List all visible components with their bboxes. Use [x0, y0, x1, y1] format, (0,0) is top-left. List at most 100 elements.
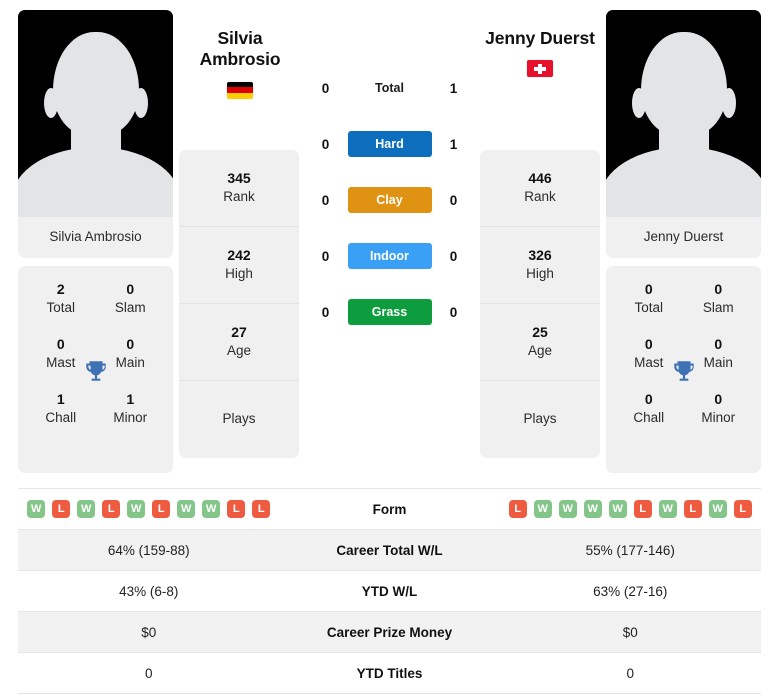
label: Age [226, 343, 252, 359]
form-badge-loss[interactable]: L [52, 500, 71, 518]
surface-badge-grass[interactable]: Grass [347, 299, 432, 325]
right-player-avatar-caption: Jenny Duerst [643, 229, 724, 244]
h2h-left-score: 0 [321, 136, 330, 152]
form-badge-win[interactable]: W [127, 500, 146, 518]
surface-badge-hard[interactable]: Hard [347, 131, 432, 157]
left-form-strip: WLWLWLWWLL [18, 500, 280, 518]
form-badge-win[interactable]: W [608, 500, 627, 518]
left-rank-cell: 345 Rank [179, 150, 299, 227]
surface-badge-clay[interactable]: Clay [347, 187, 432, 213]
right-titles-grid: 0 Total 0 Slam 0 Mast 0 Main 0 Chall 0 M… [614, 280, 753, 427]
label: Age [527, 343, 553, 359]
avatar-silhouette-icon [52, 32, 139, 136]
left-career-total-wl: 64% (159-88) [107, 542, 190, 558]
value: 1 [126, 391, 135, 408]
value: 0 [714, 391, 723, 408]
left-plays-cell: Plays [179, 381, 299, 458]
form-badge-win[interactable]: W [27, 500, 46, 518]
value: 25 [532, 323, 548, 340]
left-titles-total: 2 Total [26, 280, 96, 317]
right-ytd-wl: 63% (27-16) [593, 583, 668, 599]
value: 446 [528, 169, 552, 186]
label: Minor [113, 410, 148, 426]
flag-icon-switzerland [527, 60, 553, 78]
value: 0 [56, 336, 65, 353]
right-form-cell: LWWWWLWLWL [500, 500, 762, 518]
right-career-prize-money: $0 [622, 624, 638, 640]
value: 0 [126, 281, 135, 297]
right-ytd-titles: 0 [626, 665, 634, 681]
value: 0 [644, 391, 653, 408]
h2h-right-score: 0 [449, 304, 458, 320]
value: 0 [126, 336, 135, 353]
form-badge-win[interactable]: W [77, 500, 96, 518]
left-player-photo [18, 10, 173, 217]
right-player-name-block[interactable]: Jenny Duerst [480, 28, 600, 78]
trophy-icon [673, 360, 694, 381]
left-player-titles-card: 2 Total 0 Slam 0 Mast 0 Main 1 Chall 1 M… [18, 266, 173, 473]
right-titles-minor: 0 Minor [684, 390, 754, 427]
left-high-cell: 242 High [179, 227, 299, 304]
label: Plays [523, 411, 557, 427]
form-badge-loss[interactable]: L [252, 500, 271, 518]
left-career-prize-money: $0 [141, 624, 157, 640]
right-titles-chall: 0 Chall [614, 390, 684, 427]
h2h-left-score: 0 [321, 192, 330, 208]
value: 0 [714, 281, 723, 297]
stats-comparison-table: WLWLWLWWLL Form LWWWWLWLWL 64% (159-88) … [18, 488, 761, 694]
form-badge-win[interactable]: W [558, 500, 577, 518]
left-titles-grid: 2 Total 0 Slam 0 Mast 0 Main 1 Chall 1 M… [26, 280, 165, 427]
avatar-silhouette-ear-right [721, 88, 736, 118]
avatar-silhouette-body [606, 147, 761, 217]
right-player-rank-card: 446 Rank 326 High 25 Age Plays [480, 150, 600, 458]
left-player-name-block[interactable]: Silvia Ambrosio [181, 28, 299, 99]
h2h-right-score: 1 [449, 136, 458, 152]
form-badge-win[interactable]: W [202, 500, 221, 518]
left-player-name-line1: Silvia [217, 28, 263, 48]
form-badge-loss[interactable]: L [102, 500, 121, 518]
left-titles-chall: 1 Chall [26, 390, 96, 427]
h2h-right-score: 0 [449, 248, 458, 264]
label: Chall [45, 410, 77, 426]
form-badge-win[interactable]: W [533, 500, 552, 518]
surface-badge-indoor[interactable]: Indoor [347, 243, 432, 269]
label: Slam [114, 299, 146, 315]
form-badge-loss[interactable]: L [152, 500, 171, 518]
h2h-right-score: 1 [449, 80, 458, 96]
h2h-left-score: 0 [321, 80, 330, 96]
left-player-avatar-card[interactable]: Silvia Ambrosio [18, 10, 173, 258]
form-badge-loss[interactable]: L [683, 500, 702, 518]
h2h-left-score: 0 [321, 304, 330, 320]
h2h-surface-indoor: Indoor [347, 243, 432, 269]
form-badge-loss[interactable]: L [633, 500, 652, 518]
table-row-ytd-wl: 43% (6-8) YTD W/L 63% (27-16) [18, 571, 761, 612]
form-badge-win[interactable]: W [708, 500, 727, 518]
label: Minor [701, 410, 736, 426]
form-badge-loss[interactable]: L [733, 500, 752, 518]
form-badge-loss[interactable]: L [227, 500, 246, 518]
right-player-name-line1: Jenny Duerst [485, 28, 595, 48]
label: Plays [222, 411, 256, 427]
label: High [225, 266, 253, 282]
row-label-ytd-titles: YTD Titles [356, 665, 423, 681]
form-badge-loss[interactable]: L [508, 500, 527, 518]
h2h-surface-clay: Clay [347, 187, 432, 213]
form-badge-win[interactable]: W [583, 500, 602, 518]
right-player-avatar-card[interactable]: Jenny Duerst [606, 10, 761, 258]
form-badge-win[interactable]: W [177, 500, 196, 518]
label: Total [634, 299, 664, 315]
h2h-surface-hard: Hard [347, 131, 432, 157]
right-career-total-wl: 55% (177-146) [585, 542, 675, 558]
h2h-left-score: 0 [321, 248, 330, 264]
label: Total [46, 299, 76, 315]
value: 0 [644, 336, 653, 353]
form-badge-win[interactable]: W [658, 500, 677, 518]
head-to-head-column: 0 Total 1 0 Hard 1 0 Clay 0 0 Indoor 0 0… [299, 10, 480, 340]
h2h-surface-grass: Grass [347, 299, 432, 325]
avatar-silhouette-body [18, 147, 173, 217]
left-titles-minor: 1 Minor [96, 390, 166, 427]
value: 345 [227, 169, 251, 186]
value: 0 [644, 281, 653, 297]
value: 326 [528, 246, 552, 263]
avatar-silhouette-ear-right [133, 88, 148, 118]
